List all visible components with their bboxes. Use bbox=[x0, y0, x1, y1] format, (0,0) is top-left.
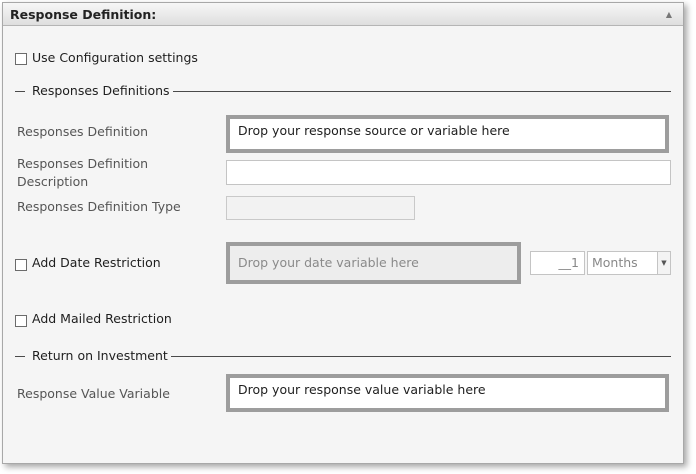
date-variable-dropzone[interactable]: Drop your date variable here bbox=[226, 242, 521, 284]
use-config-label: Use Configuration settings bbox=[32, 50, 198, 65]
responses-description-label-line1: Responses Definition bbox=[17, 156, 149, 171]
responses-definition-placeholder: Drop your response source or variable he… bbox=[238, 123, 510, 138]
collapse-chevron-up-icon[interactable]: ▲ bbox=[662, 7, 676, 21]
section-rule bbox=[173, 91, 671, 92]
section-dash bbox=[15, 91, 25, 92]
date-variable-placeholder: Drop your date variable here bbox=[238, 255, 419, 270]
responses-type-label: Responses Definition Type bbox=[17, 199, 181, 214]
mailed-restriction-label: Add Mailed Restriction bbox=[32, 311, 172, 326]
panel-header: Response Definition: ▲ bbox=[3, 3, 683, 26]
section-title-roi: Return on Investment bbox=[32, 348, 168, 363]
mailed-restriction-checkbox[interactable] bbox=[15, 315, 27, 327]
panel-title: Response Definition: bbox=[10, 7, 157, 22]
chevron-down-icon[interactable]: ▼ bbox=[657, 252, 670, 274]
section-title-responses: Responses Definitions bbox=[32, 83, 170, 98]
response-value-label: Response Value Variable bbox=[17, 386, 170, 401]
date-unit-select[interactable]: Months ▼ bbox=[587, 251, 671, 275]
response-value-dropzone[interactable]: Drop your response value variable here bbox=[226, 374, 669, 412]
date-restriction-label: Add Date Restriction bbox=[32, 255, 161, 270]
responses-definition-dropzone[interactable]: Drop your response source or variable he… bbox=[226, 115, 669, 153]
responses-description-label-line2: Description bbox=[17, 174, 89, 189]
responses-type-input[interactable] bbox=[226, 196, 415, 220]
section-rule bbox=[171, 356, 671, 357]
responses-description-input[interactable] bbox=[226, 160, 671, 185]
response-value-placeholder: Drop your response value variable here bbox=[238, 382, 486, 397]
date-unit-value: Months bbox=[592, 255, 638, 270]
date-restriction-checkbox[interactable] bbox=[15, 259, 27, 271]
section-dash bbox=[15, 356, 25, 357]
use-config-checkbox[interactable] bbox=[15, 53, 27, 65]
response-definition-panel: Response Definition: ▲ Use Configuration… bbox=[2, 2, 684, 464]
responses-definition-label: Responses Definition bbox=[17, 124, 149, 139]
date-range-number-input[interactable]: __1 bbox=[530, 251, 585, 275]
